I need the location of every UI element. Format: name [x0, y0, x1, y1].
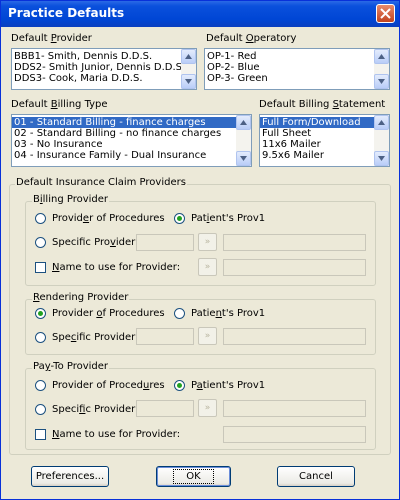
- list-item[interactable]: 9.5x6 Mailer: [260, 150, 389, 161]
- billing-patients-prov1-label[interactable]: Patient's Prov1: [191, 213, 265, 224]
- scroll-up-icon: [378, 120, 385, 125]
- scroll-down-button[interactable]: [181, 74, 196, 89]
- payto-provider-of-procedures-radio[interactable]: [35, 380, 46, 391]
- claim-providers-title: Default Insurance Claim Providers: [15, 177, 187, 188]
- default-operatory-label: Default Operatory: [206, 33, 297, 44]
- scroll-up-button[interactable]: [236, 115, 251, 130]
- rendering-specific-provider-field[interactable]: [136, 328, 194, 345]
- list-item[interactable]: 03 - No Insurance: [12, 139, 251, 150]
- list-item[interactable]: OP-1- Red: [205, 51, 389, 62]
- rendering-specific-provider-radio[interactable]: [35, 332, 46, 343]
- scroll-down-icon: [378, 156, 385, 161]
- billing-provider-of-procedures-radio[interactable]: [35, 213, 46, 224]
- provider-list[interactable]: BBB1- Smith, Dennis D.D.S. DDS2- Smith J…: [11, 48, 197, 90]
- scroll-up-icon: [378, 54, 385, 59]
- payto-patients-prov1-radio[interactable]: [174, 380, 185, 391]
- scroll-up-icon: [240, 120, 247, 125]
- list-item-selected[interactable]: Full Form/Download: [260, 117, 389, 128]
- billing-patients-prov1-radio[interactable]: [174, 213, 185, 224]
- default-billing-statement-label: Default Billing Statement: [259, 99, 386, 110]
- scroll-down-button[interactable]: [374, 74, 389, 89]
- preferences-button[interactable]: Preferences...: [31, 466, 109, 487]
- billing-name-to-use-label[interactable]: Name to use for Provider:: [52, 262, 180, 273]
- payto-provider-of-procedures-label[interactable]: Provider of Procedures: [52, 380, 165, 391]
- payto-name-to-use-checkbox[interactable]: [35, 429, 46, 440]
- billing-name-pick-button[interactable]: »: [198, 258, 217, 276]
- payto-specific-provider-label[interactable]: Specific Provider:: [52, 404, 138, 415]
- window-title: Practice Defaults: [8, 6, 125, 20]
- scroll-up-button[interactable]: [181, 49, 196, 64]
- billing-specific-provider-field[interactable]: [136, 234, 194, 251]
- list-item-selected[interactable]: 01 - Standard Billing - finance charges: [12, 117, 251, 128]
- billing-provider-pick-button[interactable]: »: [198, 233, 217, 251]
- list-item[interactable]: DDS2- Smith Junior, Dennis D.D.S.: [12, 62, 196, 73]
- operatory-list[interactable]: OP-1- Red OP-2- Blue OP-3- Green: [204, 48, 390, 90]
- billing-statement-scrollbar[interactable]: [374, 115, 389, 166]
- billing-name-to-use-checkbox[interactable]: [35, 262, 46, 273]
- payto-name-to-use-field[interactable]: [223, 426, 366, 443]
- payto-specific-provider-field[interactable]: [136, 400, 194, 417]
- billing-provider-title: Billing Provider: [32, 194, 110, 205]
- scroll-up-icon: [185, 54, 192, 59]
- default-provider-label: Default Provider: [11, 33, 92, 44]
- scroll-down-icon: [185, 79, 192, 84]
- rendering-provider-of-procedures-label[interactable]: Provider of Procedures: [52, 308, 165, 319]
- close-button[interactable]: [376, 4, 395, 23]
- rendering-patients-prov1-label[interactable]: Patient's Prov1: [191, 308, 265, 319]
- list-item[interactable]: DDS3- Cook, Maria D.D.S.: [12, 73, 196, 84]
- billing-specific-provider-radio[interactable]: [35, 237, 46, 248]
- billing-type-list[interactable]: 01 - Standard Billing - finance charges …: [11, 114, 252, 167]
- list-item[interactable]: OP-2- Blue: [205, 62, 389, 73]
- billing-type-scrollbar[interactable]: [236, 115, 251, 166]
- list-item[interactable]: 02 - Standard Billing - no finance charg…: [12, 128, 251, 139]
- list-item[interactable]: 04 - Insurance Family - Dual Insurance: [12, 150, 251, 161]
- scroll-down-icon: [378, 79, 385, 84]
- cancel-button[interactable]: Cancel: [277, 466, 355, 487]
- billing-name-to-use-field[interactable]: [223, 259, 366, 276]
- payto-provider-pick-button[interactable]: »: [198, 399, 217, 417]
- payto-patients-prov1-label[interactable]: Patient's Prov1: [191, 380, 265, 391]
- default-billing-type-label: Default Billing Type: [11, 99, 108, 110]
- rendering-specific-provider-label[interactable]: Specific Provider:: [52, 332, 138, 343]
- billing-provider-of-procedures-label[interactable]: Provider of Procedures: [52, 213, 165, 224]
- payto-name-to-use-label[interactable]: Name to use for Provider:: [52, 429, 180, 440]
- list-item[interactable]: Full Sheet: [260, 128, 389, 139]
- ok-button[interactable]: OK: [156, 466, 231, 487]
- list-item[interactable]: BBB1- Smith, Dennis D.D.S.: [12, 51, 196, 62]
- ok-button-label: OK: [173, 469, 214, 484]
- provider-scrollbar[interactable]: [181, 49, 196, 89]
- pay-to-provider-title: Pay-To Provider: [32, 361, 110, 372]
- rendering-provider-pick-button[interactable]: »: [198, 327, 217, 345]
- payto-specific-provider-name-field[interactable]: [223, 400, 366, 417]
- rendering-patients-prov1-radio[interactable]: [174, 308, 185, 319]
- scroll-up-button[interactable]: [374, 49, 389, 64]
- close-icon: [380, 8, 391, 19]
- billing-statement-list[interactable]: Full Form/Download Full Sheet 11x6 Maile…: [259, 114, 390, 167]
- scroll-up-button[interactable]: [374, 115, 389, 130]
- payto-specific-provider-radio[interactable]: [35, 404, 46, 415]
- title-bar[interactable]: Practice Defaults: [1, 1, 399, 27]
- list-item[interactable]: OP-3- Green: [205, 73, 389, 84]
- scroll-down-button[interactable]: [374, 151, 389, 166]
- scroll-down-icon: [240, 156, 247, 161]
- scroll-down-button[interactable]: [236, 151, 251, 166]
- rendering-provider-title: Rendering Provider: [32, 292, 130, 303]
- rendering-specific-provider-name-field[interactable]: [223, 328, 366, 345]
- rendering-provider-of-procedures-radio[interactable]: [35, 308, 46, 319]
- list-item[interactable]: 11x6 Mailer: [260, 139, 389, 150]
- billing-specific-provider-label[interactable]: Specific Provider:: [52, 237, 138, 248]
- practice-defaults-window: Practice Defaults Default Provider BBB1-…: [0, 0, 400, 500]
- operatory-scrollbar[interactable]: [374, 49, 389, 89]
- billing-specific-provider-name-field[interactable]: [223, 234, 366, 251]
